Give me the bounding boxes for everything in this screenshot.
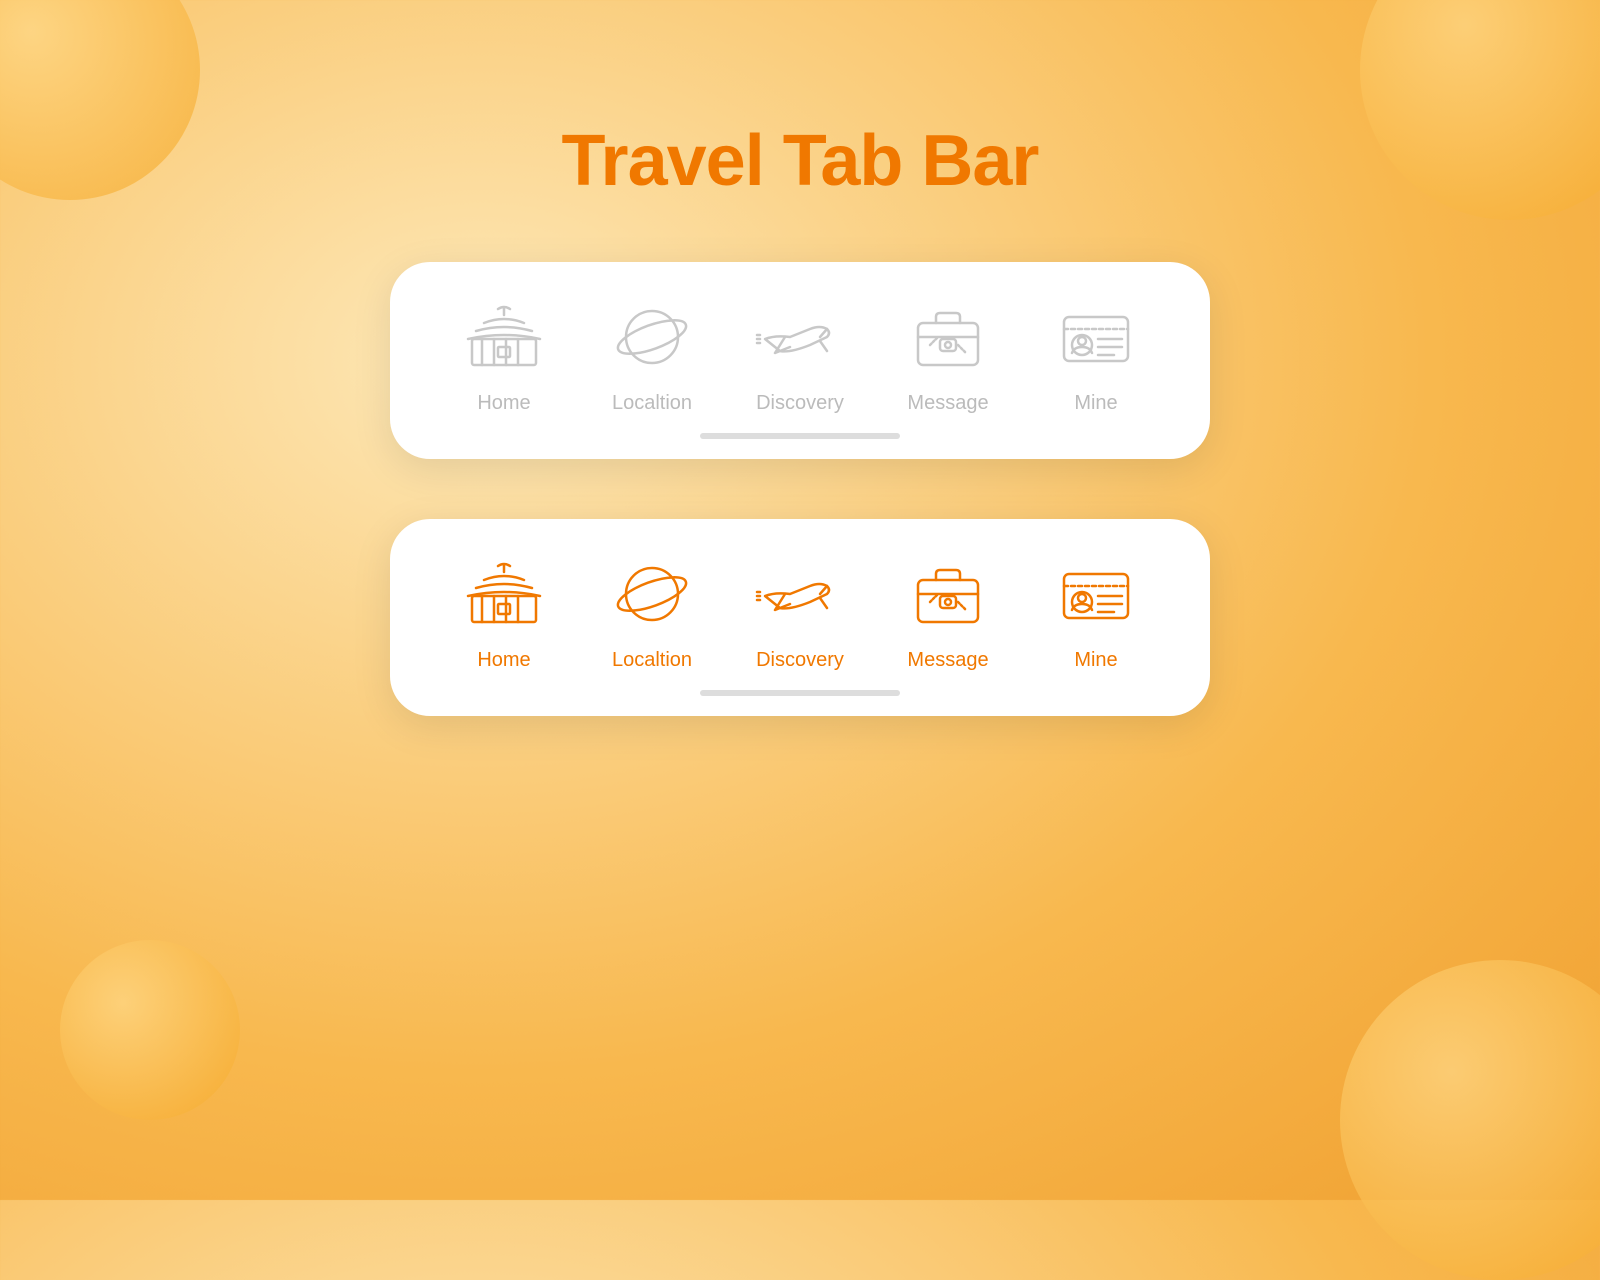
tab-bar-active-wrapper: Home Localtion: [390, 519, 1210, 716]
tab-location-active[interactable]: Localtion: [597, 549, 707, 672]
tab-bar-active: Home Localtion: [390, 519, 1210, 716]
indicator-active: [700, 690, 900, 696]
discovery-icon-inactive: [755, 292, 845, 382]
bg-decoration-tl: [0, 0, 200, 200]
bg-decoration-tr: [1360, 0, 1600, 220]
tab-discovery-inactive[interactable]: Discovery: [745, 292, 855, 415]
discovery-icon-active: [755, 549, 845, 639]
tab-message-active[interactable]: Message: [893, 549, 1003, 672]
location-icon-active: [607, 549, 697, 639]
message-icon-inactive: [903, 292, 993, 382]
tab-discovery-label-inactive: Discovery: [756, 392, 844, 415]
tab-message-inactive[interactable]: Message: [893, 292, 1003, 415]
tab-home-label-inactive: Home: [477, 392, 530, 415]
tab-location-label-inactive: Localtion: [612, 392, 692, 415]
tab-location-inactive[interactable]: Localtion: [597, 292, 707, 415]
tab-mine-label-inactive: Mine: [1074, 392, 1117, 415]
indicator-inactive: [700, 433, 900, 439]
location-icon-inactive: [607, 292, 697, 382]
tab-home-active[interactable]: Home: [449, 549, 559, 672]
tab-discovery-label-active: Discovery: [756, 649, 844, 672]
bg-decoration-br: [1340, 960, 1600, 1280]
home-icon-inactive: [459, 292, 549, 382]
tab-location-label-active: Localtion: [612, 649, 692, 672]
tab-bar-inactive-wrapper: Home Localtion: [390, 262, 1210, 459]
tab-bar-inactive: Home Localtion: [390, 262, 1210, 459]
tab-mine-active[interactable]: Mine: [1041, 549, 1151, 672]
tab-items-inactive: Home Localtion: [430, 292, 1170, 415]
tab-message-label-active: Message: [907, 649, 988, 672]
page-title: Travel Tab Bar: [562, 120, 1039, 202]
tab-mine-label-active: Mine: [1074, 649, 1117, 672]
tab-message-label-inactive: Message: [907, 392, 988, 415]
tab-discovery-active[interactable]: Discovery: [745, 549, 855, 672]
mine-icon-active: [1051, 549, 1141, 639]
tab-home-inactive[interactable]: Home: [449, 292, 559, 415]
tab-items-active: Home Localtion: [430, 549, 1170, 672]
mine-icon-inactive: [1051, 292, 1141, 382]
tab-mine-inactive[interactable]: Mine: [1041, 292, 1151, 415]
tab-home-label-active: Home: [477, 649, 530, 672]
message-icon-active: [903, 549, 993, 639]
home-icon-active: [459, 549, 549, 639]
bg-decoration-bl: [60, 940, 240, 1120]
